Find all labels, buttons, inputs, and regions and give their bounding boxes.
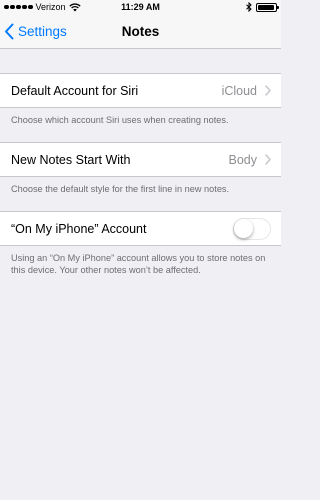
toggle-knob — [234, 218, 253, 238]
chevron-right-icon — [265, 85, 271, 96]
on-my-iphone-label: “On My iPhone” Account — [11, 221, 147, 236]
battery-icon — [256, 2, 279, 12]
default-account-value: iCloud — [221, 83, 257, 98]
default-account-row[interactable]: Default Account for Siri iCloud — [0, 73, 281, 108]
chevron-right-icon — [265, 154, 271, 165]
navigation-bar: Settings Notes — [0, 14, 281, 49]
status-right — [246, 0, 279, 14]
on-my-iphone-footer: Using an “On My iPhone” account allows y… — [11, 253, 266, 275]
on-my-iphone-toggle[interactable] — [233, 217, 271, 240]
new-notes-start-footer: Choose the default style for the first l… — [11, 184, 230, 194]
status-bar: Verizon 11:29 AM — [0, 0, 281, 14]
bluetooth-icon — [246, 2, 252, 12]
new-notes-start-label: New Notes Start With — [11, 152, 131, 167]
new-notes-start-value: Body — [228, 152, 258, 167]
new-notes-start-row[interactable]: New Notes Start With Body — [0, 142, 281, 177]
page-title: Notes — [121, 24, 160, 39]
default-account-label: Default Account for Siri — [11, 83, 139, 98]
default-account-footer: Choose which account Siri uses when crea… — [11, 115, 229, 125]
on-my-iphone-row: “On My iPhone” Account — [0, 211, 281, 246]
status-time: 11:29 AM — [121, 2, 160, 12]
